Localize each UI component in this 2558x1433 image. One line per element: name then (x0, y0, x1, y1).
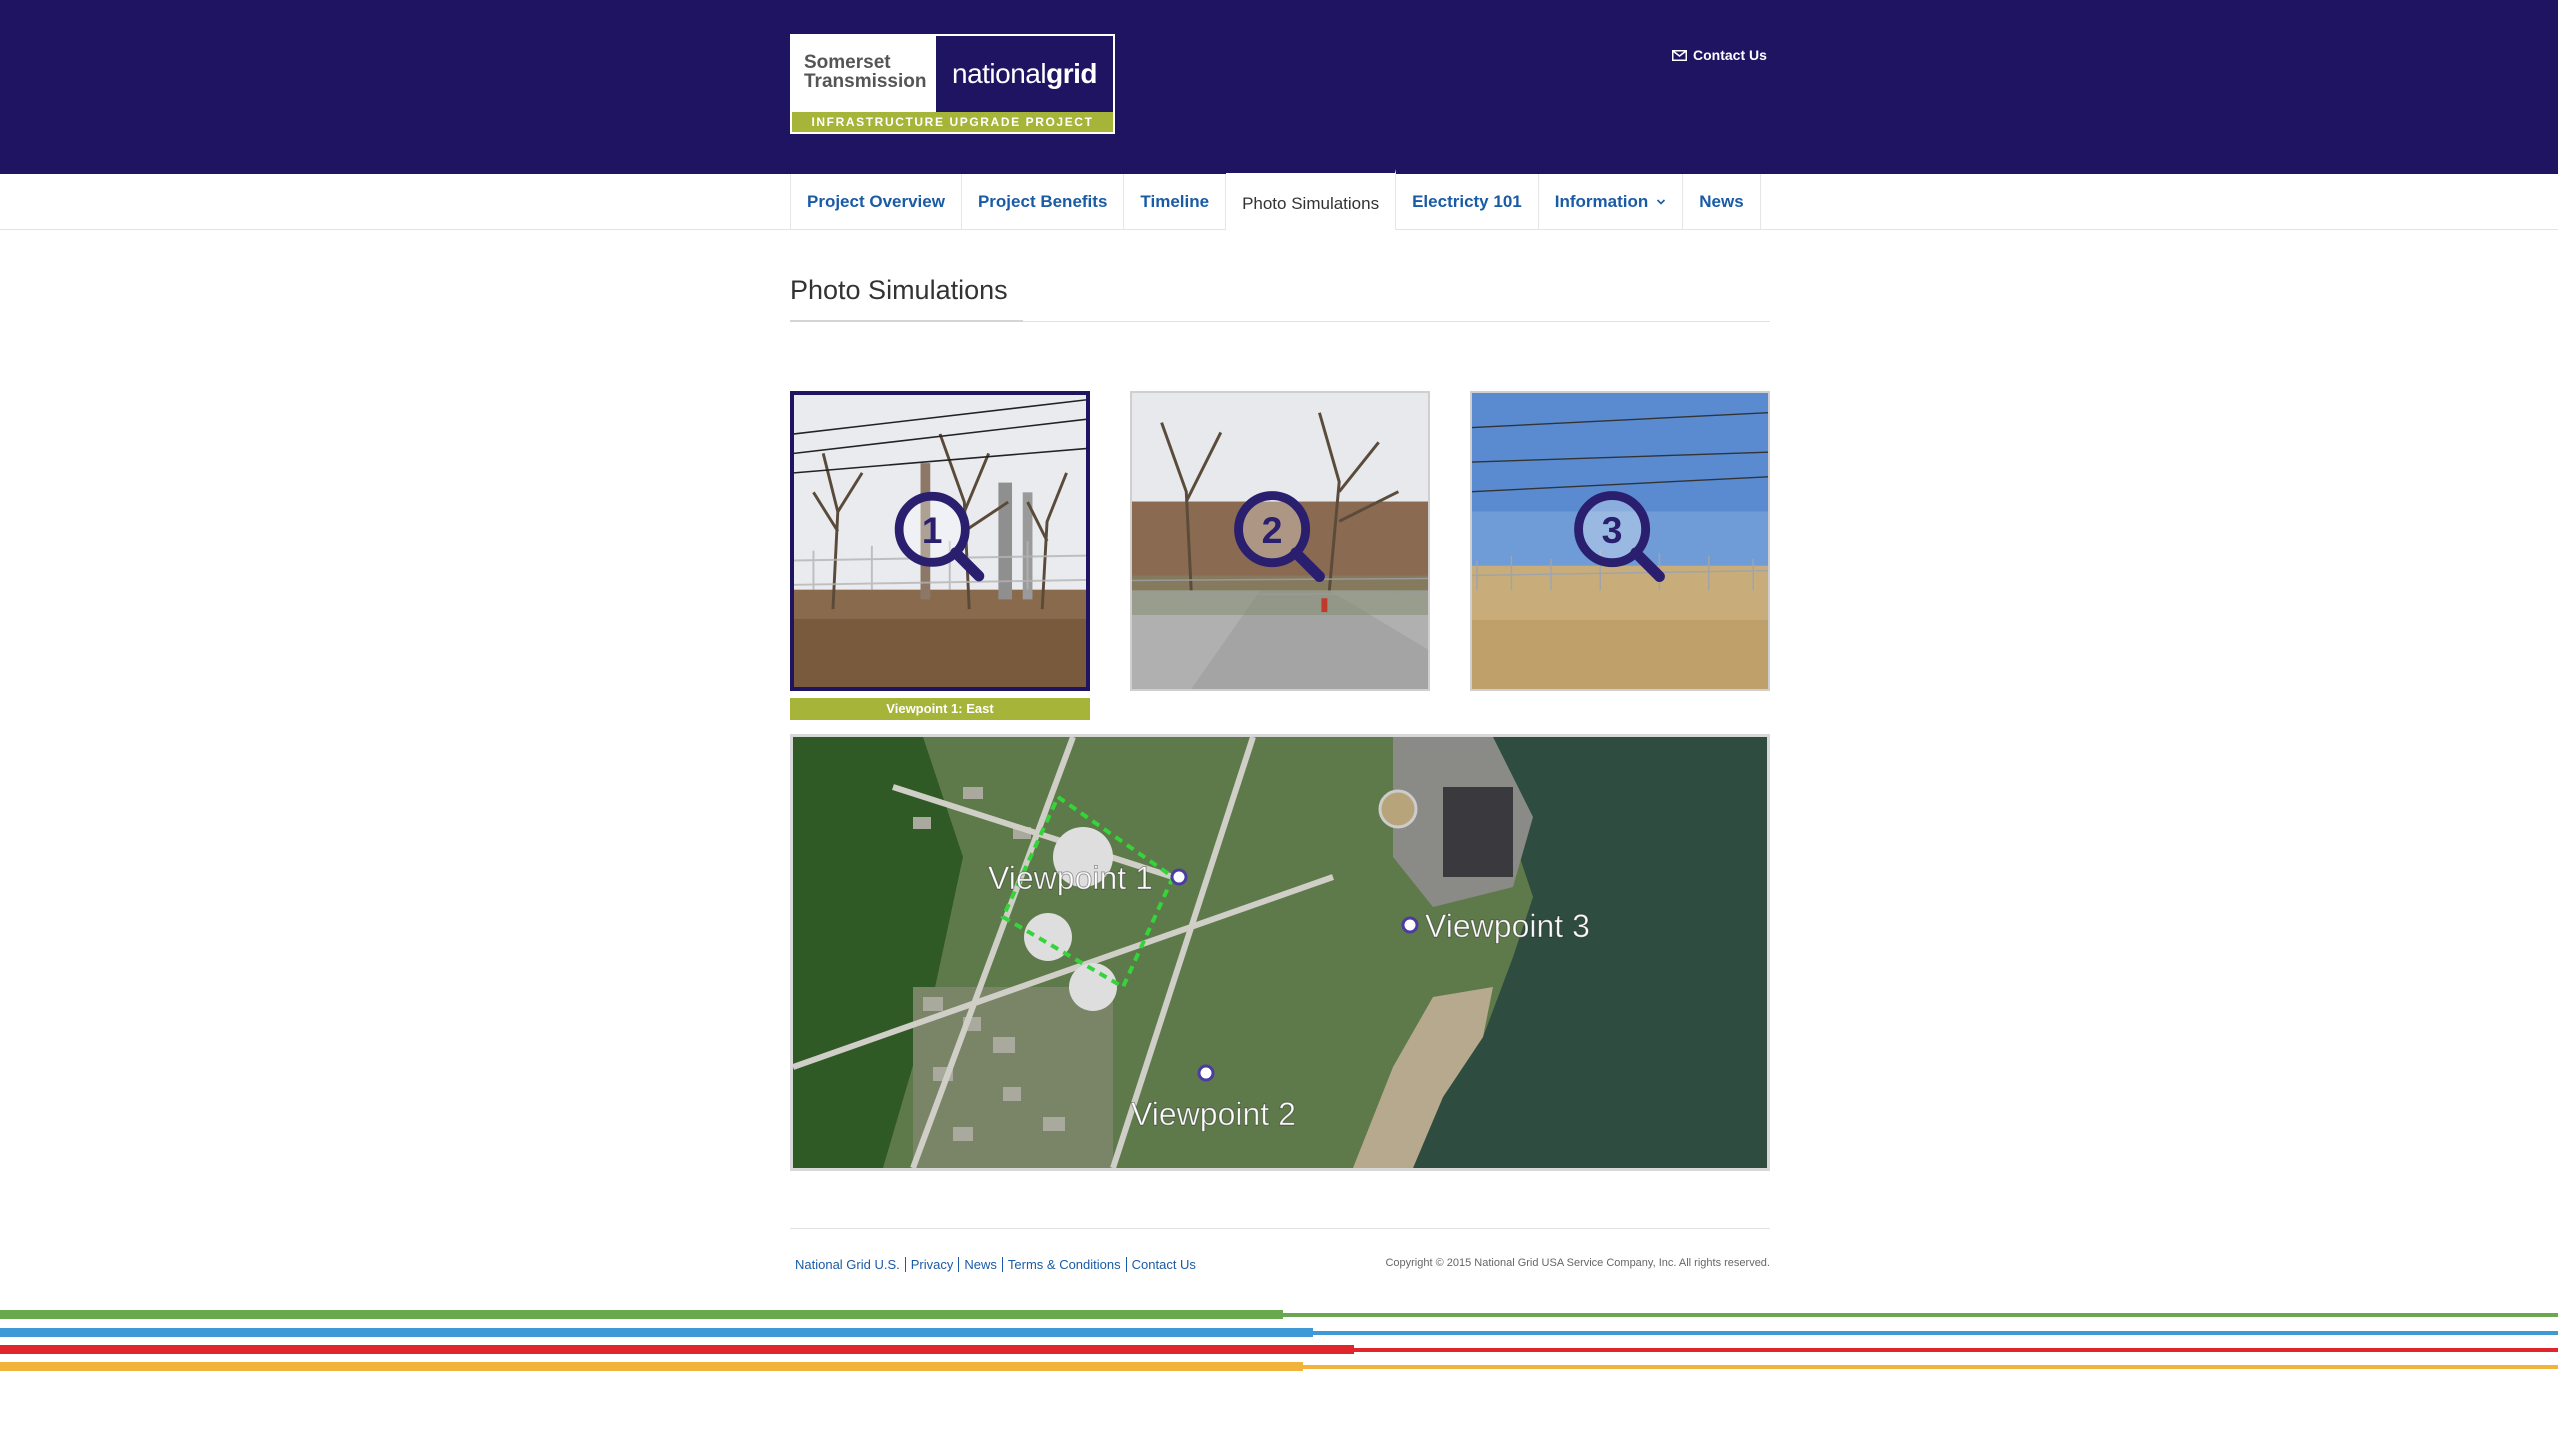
footer-divider (790, 1228, 1770, 1229)
logo-line-transmission: Transmission (804, 71, 927, 92)
thumbnail-number-3: 3 (1602, 509, 1623, 551)
stripe-green-thin (0, 1313, 2558, 1317)
footer-link-news[interactable]: News (958, 1257, 1002, 1272)
viewpoint-photo-3: 3 (1472, 393, 1768, 689)
nav-timeline[interactable]: Timeline (1124, 174, 1227, 230)
footer-links: National Grid U.S. Privacy News Terms & … (795, 1257, 1201, 1272)
logo-project-name: Somerset Transmission (792, 36, 936, 112)
stripe-blue-thin (0, 1331, 2558, 1335)
chevron-down-icon (1657, 199, 1666, 205)
site-logo[interactable]: Somerset Transmission nationalgrid INFRA… (790, 34, 1115, 134)
footer-link-terms[interactable]: Terms & Conditions (1001, 1257, 1126, 1272)
footer-link-national-grid[interactable]: National Grid U.S. (795, 1257, 905, 1272)
stripe-yellow-thin (0, 1365, 2558, 1369)
logo-brand-national: national (952, 58, 1047, 89)
nav-project-benefits[interactable]: Project Benefits (962, 174, 1125, 230)
viewpoint-photo-2: 2 (1132, 393, 1428, 689)
viewpoint-photo-1: 1 (794, 395, 1086, 687)
footer-link-contact[interactable]: Contact Us (1125, 1257, 1201, 1272)
viewpoint-map: Viewpoint 1 Viewpoint 2 Viewpoint 3 (790, 734, 1770, 1171)
map-label-viewpoint-1: Viewpoint 1 (988, 860, 1153, 896)
map-label-viewpoint-2: Viewpoint 2 (1131, 1096, 1296, 1132)
copyright-text: Copyright © 2015 National Grid USA Servi… (1385, 1257, 1770, 1269)
nav-photo-simulations[interactable]: Photo Simulations (1226, 169, 1397, 230)
logo-line-somerset: Somerset (804, 52, 891, 73)
logo-brand-text: nationalgrid (952, 58, 1097, 90)
thumbnail-number-1: 1 (922, 510, 943, 551)
title-divider-accent (790, 320, 1023, 322)
selected-thumbnail-caption: Viewpoint 1: East (790, 698, 1090, 720)
map-label-viewpoint-3: Viewpoint 3 (1425, 908, 1590, 944)
nav-information[interactable]: Information (1539, 174, 1684, 230)
viewpoint-thumbnail-2[interactable]: 2 (1130, 391, 1430, 691)
nav-project-overview[interactable]: Project Overview (791, 174, 962, 230)
logo-tagline: INFRASTRUCTURE UPGRADE PROJECT (792, 112, 1113, 132)
footer-link-privacy[interactable]: Privacy (904, 1257, 959, 1272)
stripe-red-thin (0, 1348, 2558, 1352)
thumbnail-number-2: 2 (1262, 509, 1283, 551)
header-contact-link[interactable]: Contact Us (1672, 47, 1767, 63)
logo-brand: nationalgrid (936, 36, 1113, 112)
main-nav: Project Overview Project Benefits Timeli… (0, 169, 2558, 230)
nav-news[interactable]: News (1683, 174, 1761, 230)
page-title: Photo Simulations (790, 275, 1008, 305)
viewpoint-thumbnail-1[interactable]: 1 (790, 391, 1090, 691)
nav-information-label: Information (1554, 192, 1649, 211)
logo-brand-grid: grid (1046, 58, 1097, 89)
envelope-icon (1672, 49, 1687, 61)
aerial-map-image: Viewpoint 1 Viewpoint 2 Viewpoint 3 (793, 737, 1767, 1168)
header-contact-label: Contact Us (1693, 47, 1767, 63)
site-header: Somerset Transmission nationalgrid INFRA… (0, 0, 2558, 174)
viewpoint-thumbnail-3[interactable]: 3 (1470, 391, 1770, 691)
nav-electricity-101[interactable]: Electricty 101 (1396, 174, 1539, 230)
main-nav-items: Project Overview Project Benefits Timeli… (790, 169, 1761, 230)
